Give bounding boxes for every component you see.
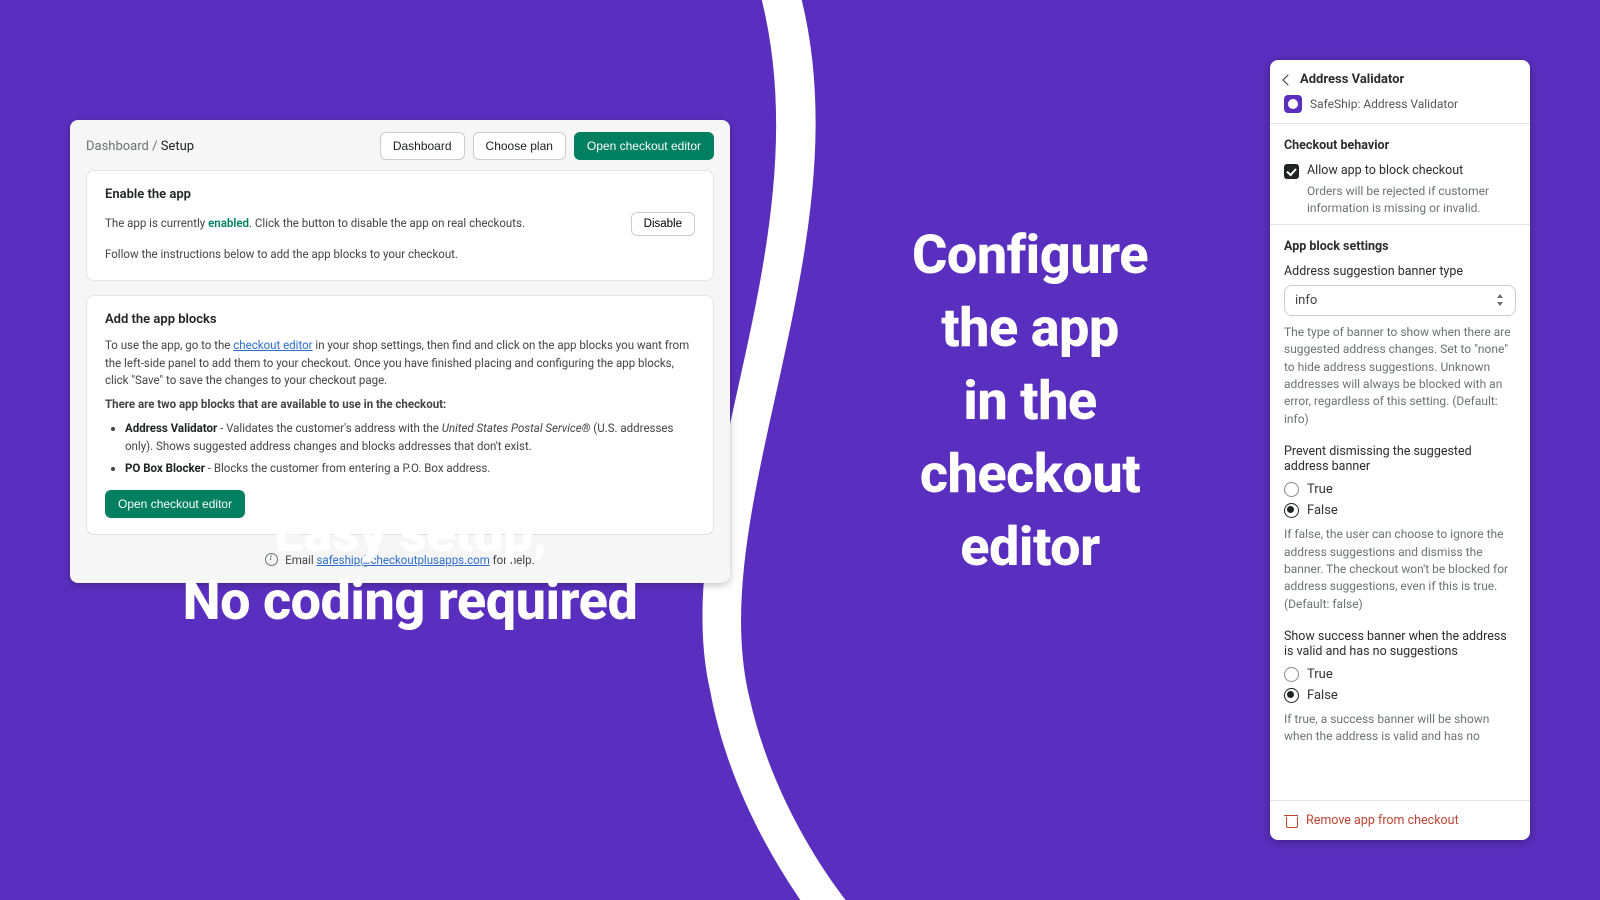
- breadcrumb: Dashboard / Setup: [86, 139, 194, 154]
- prevent-false-radio[interactable]: False: [1284, 503, 1516, 518]
- add-blocks-panel: Add the app blocks To use the app, go to…: [86, 295, 714, 535]
- trash-icon: [1284, 814, 1298, 828]
- banner-type-help: The type of banner to show when there ar…: [1284, 324, 1516, 428]
- config-sidebar: Address Validator SafeShip: Address Vali…: [1270, 60, 1530, 840]
- dashboard-button[interactable]: Dashboard: [380, 132, 465, 160]
- hero-text-left: Easy setup, No coding required: [70, 500, 750, 635]
- allow-block-checkbox[interactable]: [1284, 164, 1299, 179]
- back-icon[interactable]: [1282, 74, 1293, 85]
- allow-block-label: Allow app to block checkout: [1307, 163, 1463, 178]
- config-app-name: SafeShip: Address Validator: [1310, 97, 1458, 111]
- success-banner-help: If true, a success banner will be shown …: [1284, 711, 1516, 746]
- success-true-radio[interactable]: True: [1284, 667, 1516, 682]
- blocks-available-text: There are two app blocks that are availa…: [105, 396, 695, 414]
- prevent-dismiss-label: Prevent dismissing the suggested address…: [1284, 444, 1516, 474]
- hero-text-right: Configure the app in the checkout editor: [870, 220, 1190, 584]
- behavior-heading: Checkout behavior: [1284, 138, 1516, 153]
- prevent-true-radio[interactable]: True: [1284, 482, 1516, 497]
- breadcrumb-current: Setup: [161, 139, 194, 154]
- block-item-address-validator: Address Validator - Validates the custom…: [125, 420, 695, 456]
- blocks-intro: To use the app, go to the checkout edito…: [105, 337, 695, 390]
- config-title: Address Validator: [1300, 72, 1404, 87]
- open-checkout-editor-button[interactable]: Open checkout editor: [574, 132, 714, 160]
- checkout-editor-link[interactable]: checkout editor: [233, 338, 312, 352]
- block-item-po-box-blocker: PO Box Blocker - Blocks the customer fro…: [125, 460, 695, 478]
- success-banner-radio-group: True False: [1284, 667, 1516, 703]
- banner-type-select[interactable]: info: [1284, 285, 1516, 316]
- remove-app-button[interactable]: Remove app from checkout: [1270, 800, 1530, 840]
- settings-heading: App block settings: [1284, 239, 1516, 254]
- chevron-updown-icon: [1495, 293, 1505, 307]
- enable-app-panel: Enable the app The app is currently enab…: [86, 170, 714, 281]
- prevent-dismiss-help: If false, the user can choose to ignore …: [1284, 526, 1516, 613]
- success-false-radio[interactable]: False: [1284, 688, 1516, 703]
- blocks-title: Add the app blocks: [105, 312, 695, 327]
- prevent-dismiss-radio-group: True False: [1284, 482, 1516, 518]
- allow-block-help: Orders will be rejected if customer info…: [1307, 183, 1516, 218]
- enable-status-text: The app is currently enabled. Click the …: [105, 215, 525, 233]
- choose-plan-button[interactable]: Choose plan: [473, 132, 566, 160]
- app-icon: [1284, 95, 1302, 113]
- success-banner-label: Show success banner when the address is …: [1284, 629, 1516, 659]
- banner-type-label: Address suggestion banner type: [1284, 264, 1516, 279]
- enable-title: Enable the app: [105, 187, 695, 202]
- enable-instructions: Follow the instructions below to add the…: [105, 246, 695, 264]
- breadcrumb-root[interactable]: Dashboard: [86, 139, 149, 154]
- disable-button[interactable]: Disable: [631, 212, 695, 236]
